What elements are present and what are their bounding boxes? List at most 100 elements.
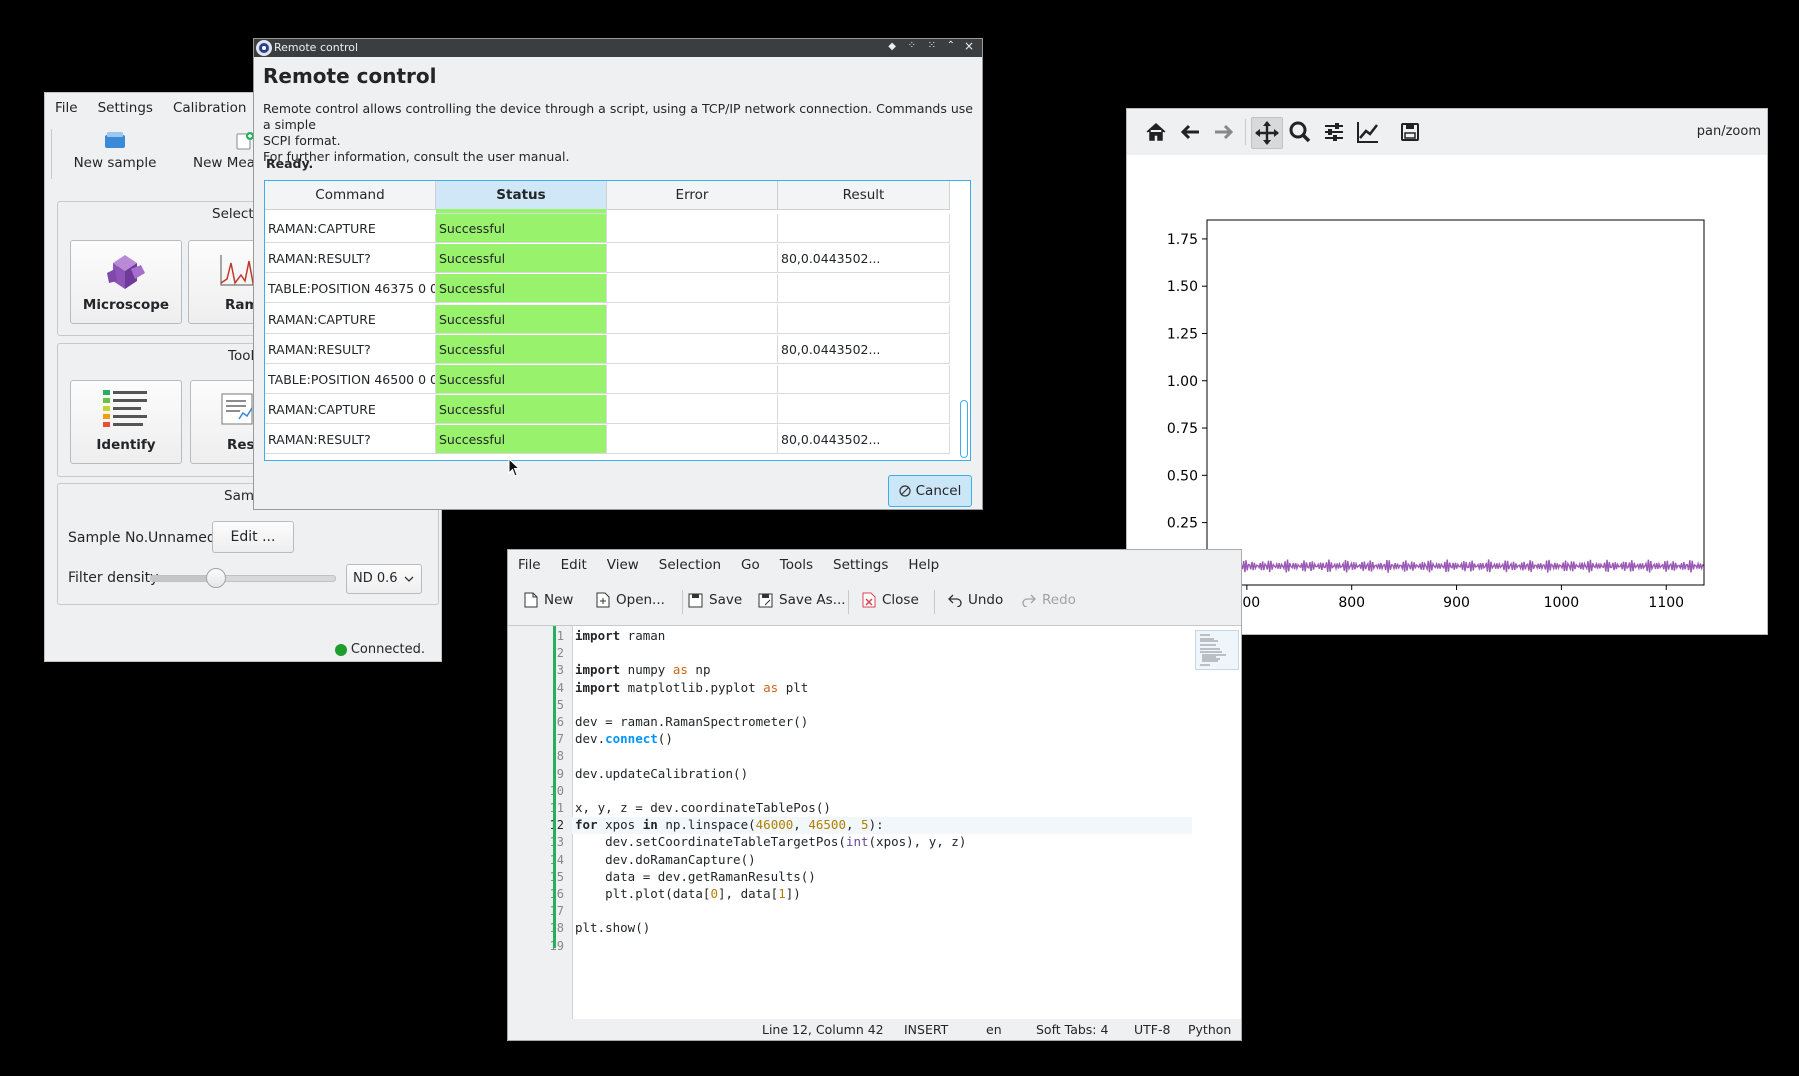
- code-editor[interactable]: 1 2 3 4 5 6 7 8 9 10 11 12 13 14 15 16 17 18 19 import ram…: [508, 625, 1241, 1019]
- cell-status[interactable]: Successful: [436, 274, 607, 304]
- line-number: 8: [556, 749, 564, 764]
- new-file-button[interactable]: New: [524, 592, 573, 608]
- editor-menu-settings[interactable]: Settings: [823, 550, 898, 580]
- cell-command[interactable]: TABLE:POSITION 46500 0 0: [265, 365, 436, 394]
- keep-above-icon[interactable]: ◆: [888, 41, 896, 52]
- sample-edit-button[interactable]: Edit ...: [212, 521, 294, 553]
- cell-result[interactable]: [778, 395, 950, 425]
- menu-calibration[interactable]: Calibration: [163, 93, 256, 123]
- file-encoding[interactable]: UTF-8: [1134, 1022, 1170, 1037]
- syntax-mode[interactable]: Python: [1188, 1022, 1231, 1037]
- maximize-icon[interactable]: ⌃: [947, 40, 955, 51]
- editor-menu-help[interactable]: Help: [898, 550, 949, 580]
- back-arrow-icon[interactable]: [1175, 117, 1205, 147]
- cell-command[interactable]: RAMAN:RESULT?: [265, 425, 436, 455]
- sample-no-value: Unnamed: [148, 530, 216, 546]
- cell-status[interactable]: Successful: [436, 425, 607, 455]
- column-header-error[interactable]: Error: [607, 181, 778, 210]
- editor-menu-edit[interactable]: Edit: [551, 550, 597, 580]
- cell-result[interactable]: [778, 365, 950, 394]
- cell-error[interactable]: [607, 274, 778, 304]
- cell-error[interactable]: [607, 214, 778, 243]
- cell-command[interactable]: RAMAN:RESULT?: [265, 334, 436, 364]
- editor-menu-view[interactable]: View: [597, 550, 649, 580]
- cell-error[interactable]: [607, 395, 778, 425]
- cell-command[interactable]: RAMAN:CAPTURE: [265, 395, 436, 425]
- cell-result[interactable]: 80,0.0443502...: [778, 244, 950, 274]
- configure-subplots-icon[interactable]: [1319, 117, 1349, 147]
- axes-edit-icon[interactable]: [1353, 117, 1383, 147]
- shade-icon[interactable]: ⁘: [908, 40, 916, 51]
- cell-status[interactable]: Successful: [436, 244, 607, 274]
- forward-arrow-icon[interactable]: [1209, 117, 1239, 147]
- dictionary-language[interactable]: en: [986, 1022, 1002, 1037]
- table-row[interactable]: RAMAN:CAPTURE Successful: [265, 214, 953, 244]
- input-mode[interactable]: INSERT: [904, 1022, 948, 1037]
- cell-status[interactable]: Successful: [436, 334, 607, 364]
- indentation-setting[interactable]: Soft Tabs: 4: [1036, 1022, 1108, 1037]
- cell-result[interactable]: [778, 304, 950, 334]
- table-row[interactable]: TABLE:POSITION 46375 0 0 Successful: [265, 274, 953, 304]
- filter-density-slider[interactable]: [150, 568, 336, 588]
- cursor-position[interactable]: Line 12, Column 42: [762, 1022, 884, 1037]
- cell-status[interactable]: Successful: [436, 304, 607, 334]
- cell-result[interactable]: 80,0.0443502...: [778, 334, 950, 364]
- microscope-button[interactable]: Microscope: [70, 240, 182, 324]
- home-icon[interactable]: [1141, 117, 1171, 147]
- close-file-button[interactable]: Close: [862, 592, 919, 608]
- cell-command[interactable]: RAMAN:CAPTURE: [265, 214, 436, 243]
- cell-command[interactable]: RAMAN:RESULT?: [265, 244, 436, 274]
- cell-command[interactable]: RAMAN:CAPTURE: [265, 304, 436, 334]
- filter-density-select[interactable]: ND 0.6: [346, 564, 422, 594]
- cell-status[interactable]: Successful: [436, 365, 607, 394]
- cancel-button[interactable]: Cancel: [888, 475, 972, 507]
- table-row[interactable]: RAMAN:CAPTURE Successful: [265, 304, 953, 335]
- save-figure-icon[interactable]: [1395, 117, 1425, 147]
- table-row[interactable]: RAMAN:RESULT? Successful 80,0.0443502...: [265, 425, 953, 455]
- editor-menu-file[interactable]: File: [508, 550, 551, 580]
- redo-button[interactable]: Redo: [1022, 592, 1076, 608]
- cell-error[interactable]: [607, 304, 778, 334]
- filter-density-slider-handle[interactable]: [206, 568, 227, 588]
- column-header-command[interactable]: Command: [265, 181, 436, 210]
- editor-menu-tools[interactable]: Tools: [770, 550, 823, 580]
- cell-result[interactable]: 80,0.0443502...: [778, 425, 950, 455]
- plot-mode-text: pan/zoom: [1696, 124, 1761, 139]
- table-row[interactable]: TABLE:POSITION 46500 0 0 Successful: [265, 365, 953, 395]
- table-row[interactable]: RAMAN:CAPTURE Successful: [265, 395, 953, 425]
- command-table[interactable]: Command Status Error Result RAMAN:CAPTUR…: [264, 180, 971, 461]
- cell-result[interactable]: [778, 214, 950, 243]
- undo-button[interactable]: Undo: [948, 592, 1003, 608]
- save-button[interactable]: Save: [688, 592, 742, 608]
- cell-status[interactable]: Successful: [436, 395, 607, 425]
- editor-menu-selection[interactable]: Selection: [649, 550, 731, 580]
- menu-settings[interactable]: Settings: [88, 93, 163, 123]
- code-line: import numpy as np: [575, 662, 711, 678]
- cell-error[interactable]: [607, 334, 778, 364]
- table-row[interactable]: RAMAN:RESULT? Successful 80,0.0443502...: [265, 244, 953, 274]
- table-row[interactable]: RAMAN:RESULT? Successful 80,0.0443502...: [265, 334, 953, 365]
- remote-control-titlebar[interactable]: Remote control ◆ ⁘ ⁙ ⌃ ×: [254, 39, 982, 57]
- identify-button[interactable]: Identify: [70, 380, 182, 464]
- menu-file[interactable]: File: [45, 93, 88, 123]
- column-header-status[interactable]: Status: [436, 181, 607, 210]
- open-file-button[interactable]: Open...: [596, 592, 665, 608]
- new-sample-button[interactable]: New sample: [65, 131, 165, 171]
- column-header-result[interactable]: Result: [778, 181, 950, 210]
- cell-command[interactable]: TABLE:POSITION 46375 0 0: [265, 274, 436, 304]
- zoom-magnifier-icon[interactable]: [1285, 117, 1315, 147]
- microscope-label: Microscope: [82, 297, 170, 313]
- all-desktops-icon[interactable]: ⁙: [928, 40, 936, 51]
- pan-move-icon[interactable]: [1251, 117, 1283, 149]
- cell-error[interactable]: [607, 244, 778, 274]
- editor-menu-go[interactable]: Go: [731, 550, 770, 580]
- cell-result[interactable]: [778, 274, 950, 304]
- save-as-button[interactable]: Save As...: [758, 592, 846, 608]
- minimap[interactable]: [1195, 630, 1239, 670]
- close-icon[interactable]: ×: [964, 39, 974, 53]
- cell-error[interactable]: [607, 425, 778, 455]
- table-scrollbar[interactable]: [958, 210, 968, 458]
- table-scrollbar-handle[interactable]: [960, 400, 968, 458]
- cell-status[interactable]: Successful: [436, 214, 607, 243]
- cell-error[interactable]: [607, 365, 778, 394]
